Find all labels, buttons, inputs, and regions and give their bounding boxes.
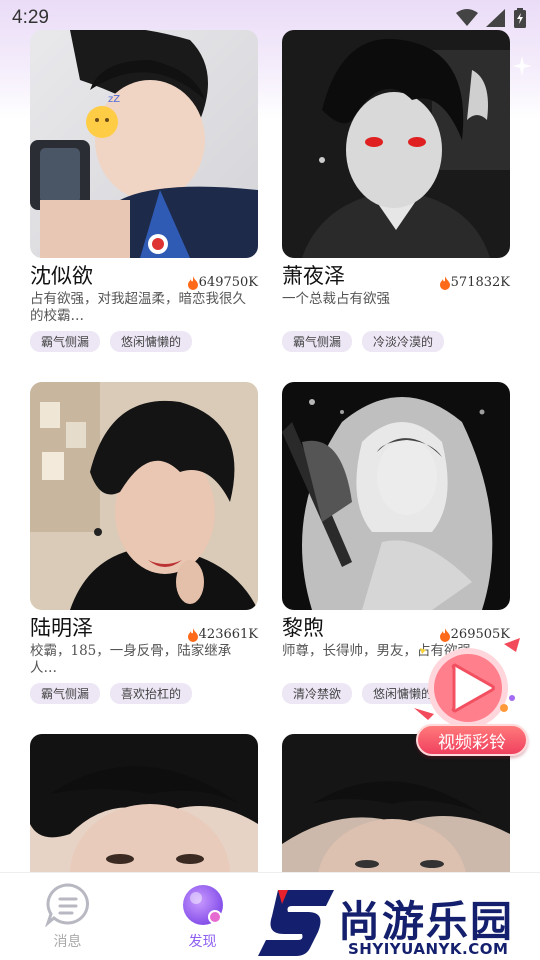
character-avatar[interactable] bbox=[30, 734, 258, 872]
personality-tag: 霸气侧漏 bbox=[30, 331, 101, 352]
character-name: 陆明泽 bbox=[30, 616, 93, 640]
character-card[interactable] bbox=[30, 734, 258, 872]
character-avatar[interactable] bbox=[282, 30, 510, 258]
personality-tag: 霸气侧漏 bbox=[282, 331, 353, 352]
character-avatar[interactable] bbox=[282, 382, 510, 610]
flame-icon bbox=[187, 627, 198, 642]
flame-icon bbox=[187, 275, 198, 290]
status-bar: 4:29 bbox=[0, 0, 540, 36]
character-name: 萧夜泽 bbox=[282, 264, 345, 288]
personality-tag: 悠闲慵懒的 bbox=[110, 331, 193, 352]
video-play-icon bbox=[414, 638, 520, 728]
character-description: 一个总裁占有欲强 bbox=[282, 291, 390, 307]
character-avatar[interactable] bbox=[30, 382, 258, 610]
nav-discover-label: 发现 bbox=[188, 934, 217, 950]
character-card[interactable]: 陆明泽 423661K 校霸，185，一身反骨，陆家继承人… 霸气侧漏 喜欢抬杠… bbox=[30, 382, 258, 704]
watermark-url: SHYIYUANYK.COM bbox=[348, 940, 509, 958]
sparkle-icon bbox=[512, 56, 532, 76]
character-name: 黎煦 bbox=[282, 616, 324, 640]
popularity-count: 571832K bbox=[439, 275, 510, 290]
status-time: 4:29 bbox=[12, 7, 49, 28]
nav-discover[interactable]: 发现 bbox=[135, 873, 270, 960]
watermark-logo: 尚游乐园 SHYIYUANYK.COM bbox=[258, 882, 540, 960]
popularity-value: 571832K bbox=[450, 275, 510, 290]
popularity-value: 649750K bbox=[198, 275, 258, 290]
message-icon bbox=[44, 883, 89, 927]
character-description: 占有欲强，对我超温柔，暗恋我很久的校霸… bbox=[30, 291, 246, 324]
nav-messages[interactable]: 消息 bbox=[0, 873, 135, 960]
svg-text:zZ: zZ bbox=[108, 94, 120, 105]
personality-tag: 霸气侧漏 bbox=[30, 683, 101, 704]
personality-tag: 喜欢抬杠的 bbox=[110, 683, 193, 704]
video-ringtone-label: 视频彩铃 bbox=[416, 724, 528, 756]
popularity-value: 423661K bbox=[198, 627, 258, 642]
popularity-count: 423661K bbox=[187, 627, 258, 642]
popularity-count: 649750K bbox=[187, 275, 258, 290]
flame-icon bbox=[439, 275, 450, 290]
character-avatar[interactable]: zZ bbox=[30, 30, 258, 258]
character-card[interactable]: 萧夜泽 571832K 一个总裁占有欲强 霸气侧漏 冷淡冷漠的 bbox=[282, 30, 510, 352]
personality-tag: 清冷禁欲 bbox=[282, 683, 353, 704]
s-logo-icon bbox=[258, 890, 334, 956]
nav-messages-label: 消息 bbox=[53, 934, 82, 950]
personality-tag: 冷淡冷漠的 bbox=[362, 331, 445, 352]
wifi-icon bbox=[456, 9, 478, 26]
character-name: 沈似欲 bbox=[30, 264, 93, 288]
battery-icon bbox=[514, 8, 526, 28]
video-ringtone-button[interactable]: 视频彩铃 bbox=[412, 636, 534, 760]
character-description: 校霸，185，一身反骨，陆家继承人… bbox=[30, 643, 232, 676]
character-card[interactable]: zZ 沈似欲 649750K 占有欲强，对我超温柔，暗恋我很久的校霸… 霸气侧漏… bbox=[30, 30, 258, 352]
discover-icon bbox=[182, 885, 223, 925]
signal-icon bbox=[486, 9, 505, 27]
